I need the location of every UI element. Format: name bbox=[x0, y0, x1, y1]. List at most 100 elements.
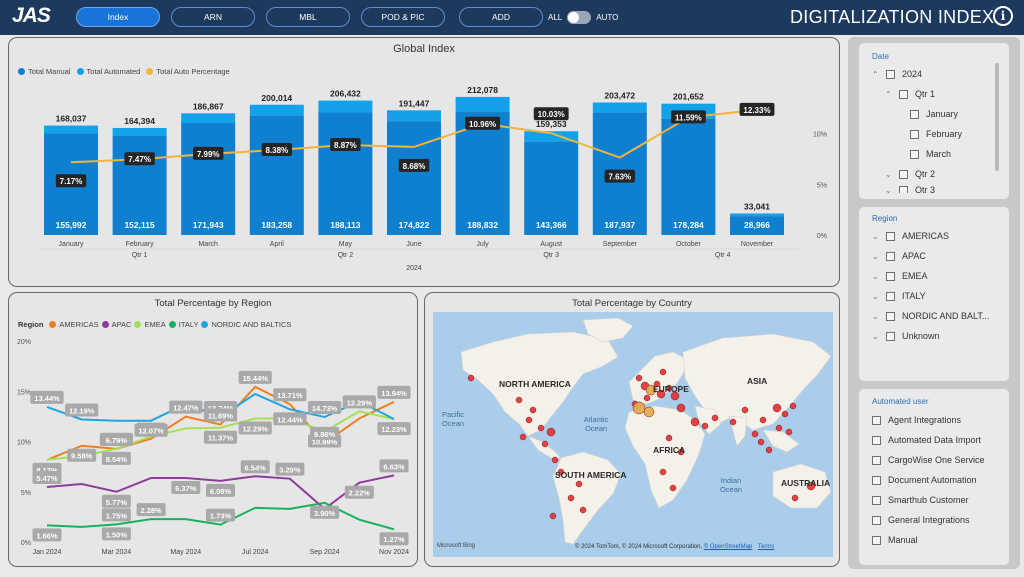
country-marker[interactable] bbox=[643, 406, 655, 418]
nav-pod-pic-button[interactable]: POD & PIC bbox=[361, 7, 445, 27]
info-icon[interactable]: i bbox=[993, 6, 1013, 26]
country-marker[interactable] bbox=[775, 424, 783, 432]
country-marker[interactable] bbox=[659, 368, 667, 376]
country-marker[interactable] bbox=[515, 396, 523, 404]
country-marker[interactable] bbox=[541, 440, 549, 448]
checkbox[interactable] bbox=[910, 149, 919, 159]
country-marker[interactable] bbox=[701, 422, 709, 430]
date-item-qtr3[interactable]: ⌄ Qtr 3 bbox=[885, 185, 935, 193]
chevron-down-icon[interactable]: ⌄ bbox=[872, 332, 882, 341]
auto-user-item[interactable]: Agent Integrations bbox=[872, 415, 961, 425]
chevron-down-icon[interactable]: ⌄ bbox=[872, 292, 882, 301]
checkbox[interactable] bbox=[872, 495, 881, 505]
date-scrollbar[interactable] bbox=[995, 63, 999, 171]
country-marker[interactable] bbox=[635, 374, 643, 382]
country-marker[interactable] bbox=[772, 403, 782, 413]
checkbox[interactable] bbox=[872, 415, 881, 425]
auto-user-item[interactable]: CargoWise One Service bbox=[872, 455, 985, 465]
date-item-qtr2[interactable]: ⌄ Qtr 2 bbox=[885, 169, 935, 179]
checkbox[interactable] bbox=[872, 455, 881, 465]
country-marker[interactable] bbox=[729, 418, 737, 426]
country-marker[interactable] bbox=[643, 394, 651, 402]
nav-arn-button[interactable]: ARN bbox=[171, 7, 255, 27]
checkbox[interactable] bbox=[910, 109, 919, 119]
checkbox[interactable] bbox=[886, 69, 895, 79]
region-item-nordic[interactable]: ⌄ NORDIC AND BALT... bbox=[872, 311, 989, 321]
country-marker[interactable] bbox=[690, 417, 700, 427]
chevron-down-icon[interactable]: ⌄ bbox=[885, 170, 895, 179]
country-marker[interactable] bbox=[785, 428, 793, 436]
country-marker[interactable] bbox=[546, 427, 556, 437]
checkbox[interactable] bbox=[899, 89, 908, 99]
country-marker[interactable] bbox=[759, 416, 767, 424]
chevron-down-icon[interactable]: ⌄ bbox=[872, 272, 882, 281]
auto-user-item[interactable]: Manual bbox=[872, 535, 918, 545]
checkbox[interactable] bbox=[886, 231, 895, 241]
checkbox[interactable] bbox=[910, 129, 919, 139]
chevron-down-icon[interactable]: ⌄ bbox=[872, 232, 882, 241]
chevron-up-icon[interactable]: ⌃ bbox=[872, 70, 882, 79]
chevron-down-icon[interactable]: ⌄ bbox=[872, 252, 882, 261]
country-marker[interactable] bbox=[575, 480, 583, 488]
date-item-2024[interactable]: ⌃ 2024 bbox=[872, 69, 922, 79]
all-auto-toggle[interactable] bbox=[567, 10, 592, 24]
date-item-february[interactable]: February bbox=[910, 129, 962, 139]
checkbox[interactable] bbox=[872, 435, 881, 445]
chevron-up-icon[interactable]: ⌃ bbox=[885, 90, 895, 99]
country-marker[interactable] bbox=[551, 456, 559, 464]
country-marker[interactable] bbox=[676, 403, 686, 413]
checkbox[interactable] bbox=[872, 535, 881, 545]
country-marker[interactable] bbox=[467, 374, 475, 382]
nav-mbl-button[interactable]: MBL bbox=[266, 7, 350, 27]
chevron-down-icon[interactable]: ⌄ bbox=[872, 312, 882, 321]
region-item-emea[interactable]: ⌄ EMEA bbox=[872, 271, 928, 281]
country-marker[interactable] bbox=[789, 402, 797, 410]
country-marker[interactable] bbox=[525, 416, 533, 424]
country-marker[interactable] bbox=[519, 433, 527, 441]
country-marker[interactable] bbox=[529, 406, 537, 414]
checkbox[interactable] bbox=[899, 169, 908, 179]
region-item-italy[interactable]: ⌄ ITALY bbox=[872, 291, 926, 301]
country-marker[interactable] bbox=[791, 494, 799, 502]
automated-user-filter-card: Automated user Agent Integrations Automa… bbox=[859, 389, 1009, 565]
nav-add-button[interactable]: ADD bbox=[459, 7, 543, 27]
country-marker[interactable] bbox=[665, 434, 673, 442]
country-marker[interactable] bbox=[669, 484, 677, 492]
country-marker[interactable] bbox=[757, 438, 765, 446]
nav-index-button[interactable]: Index bbox=[76, 7, 160, 27]
country-marker[interactable] bbox=[751, 430, 759, 438]
checkbox[interactable] bbox=[886, 251, 895, 261]
region-item-americas[interactable]: ⌄ AMERICAS bbox=[872, 231, 949, 241]
region-item-apac[interactable]: ⌄ APAC bbox=[872, 251, 926, 261]
country-marker[interactable] bbox=[549, 512, 557, 520]
region-item-unknown[interactable]: ⌄ Unknown bbox=[872, 331, 940, 341]
country-marker[interactable] bbox=[579, 506, 587, 514]
checkbox[interactable] bbox=[886, 311, 895, 321]
country-marker[interactable] bbox=[781, 410, 789, 418]
auto-user-item[interactable]: Smarthub Customer bbox=[872, 495, 969, 505]
date-item-march[interactable]: March bbox=[910, 149, 951, 159]
auto-user-item[interactable]: General Integrations bbox=[872, 515, 970, 525]
checkbox[interactable] bbox=[872, 515, 881, 525]
checkbox[interactable] bbox=[886, 331, 895, 341]
country-marker[interactable] bbox=[765, 446, 773, 454]
auto-user-item[interactable]: Document Automation bbox=[872, 475, 977, 485]
date-item-january[interactable]: January bbox=[910, 109, 958, 119]
jas-logo[interactable]: JAS bbox=[12, 4, 51, 28]
country-marker[interactable] bbox=[741, 406, 749, 414]
country-marker[interactable] bbox=[537, 424, 545, 432]
date-item-qtr1[interactable]: ⌃ Qtr 1 bbox=[885, 89, 935, 99]
world-map[interactable]: NORTH AMERICA EUROPE ASIA AFRICA SOUTH A… bbox=[433, 312, 833, 557]
checkbox[interactable] bbox=[899, 185, 908, 193]
terms-link[interactable]: Terms bbox=[758, 544, 774, 550]
country-marker[interactable] bbox=[711, 414, 719, 422]
country-marker[interactable] bbox=[632, 401, 646, 415]
osm-link[interactable]: © OpenStreetMap bbox=[704, 544, 752, 550]
auto-user-item[interactable]: Automated Data Import bbox=[872, 435, 981, 445]
country-marker[interactable] bbox=[659, 468, 667, 476]
chevron-down-icon[interactable]: ⌄ bbox=[885, 186, 895, 194]
checkbox[interactable] bbox=[872, 475, 881, 485]
checkbox[interactable] bbox=[886, 271, 895, 281]
country-marker[interactable] bbox=[567, 494, 575, 502]
checkbox[interactable] bbox=[886, 291, 895, 301]
